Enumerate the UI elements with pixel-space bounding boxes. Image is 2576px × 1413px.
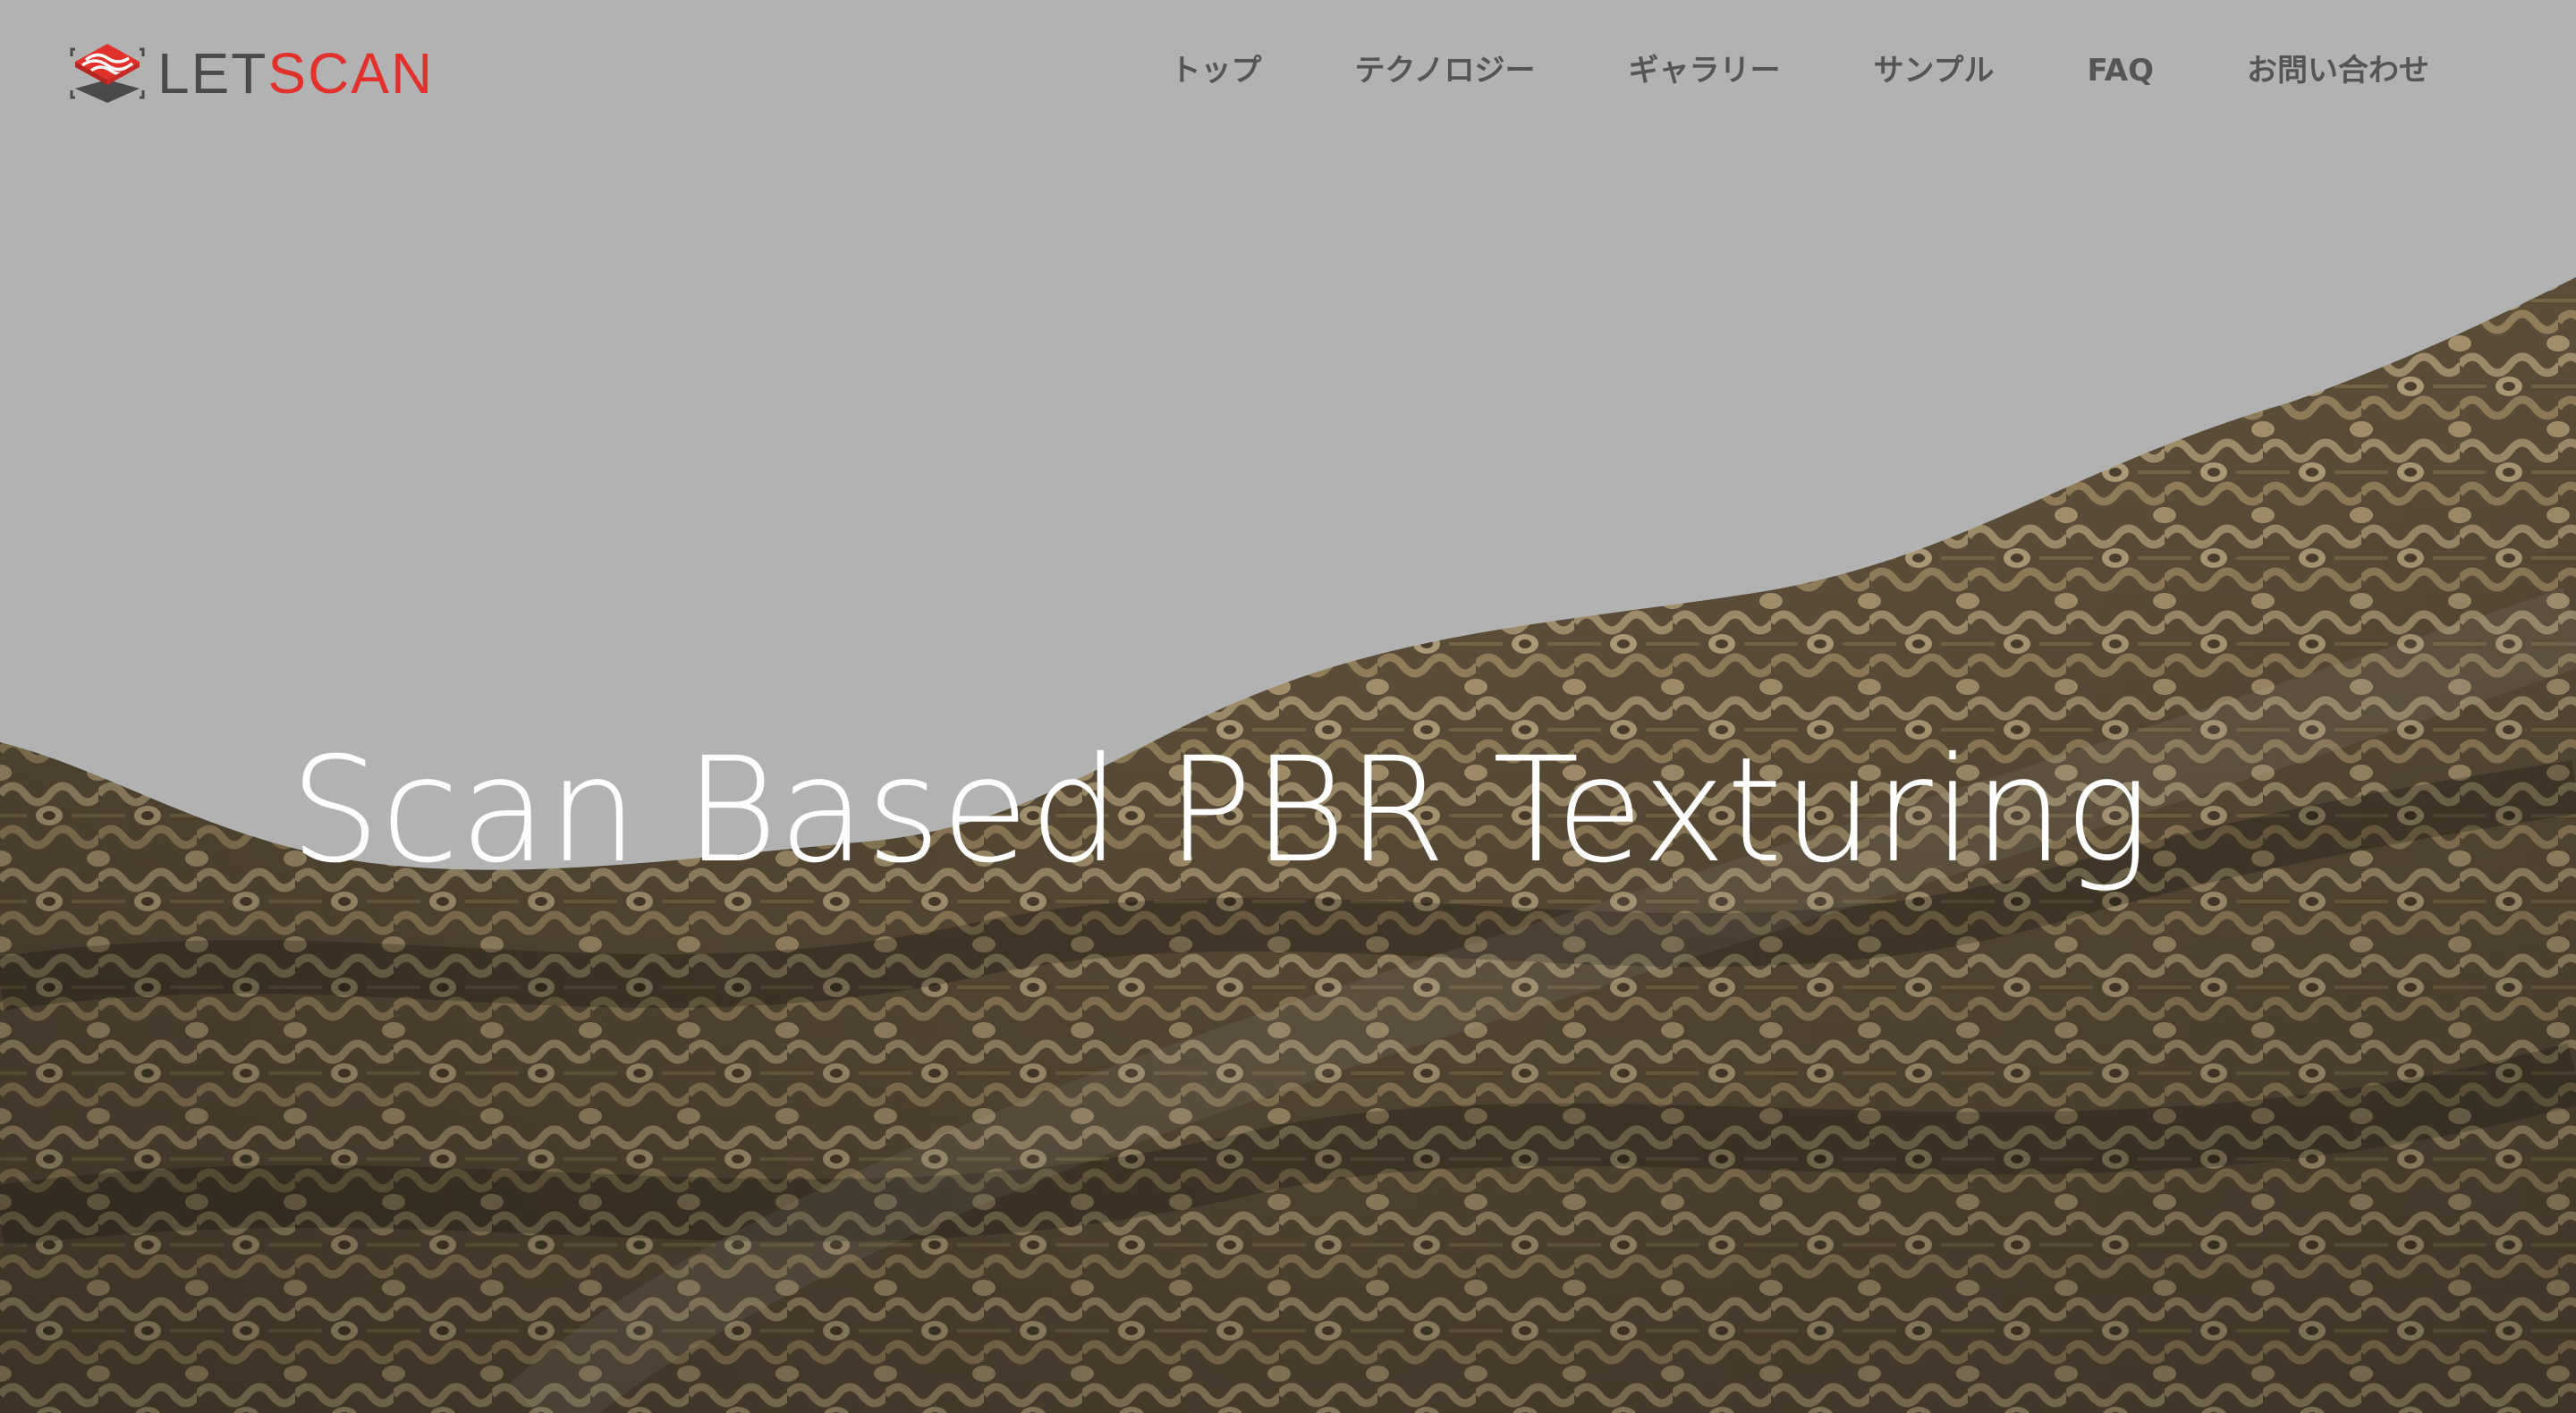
nav-item-faq[interactable]: FAQ [2087,50,2154,93]
site-logo[interactable]: LET SCAN [68,36,434,111]
logo-text-scan: SCAN [267,41,435,106]
nav-item-gallery[interactable]: ギャラリー [1628,50,1780,93]
hero-title: Scan Based PBR Texturing [0,732,2576,891]
logo-wordmark: LET SCAN [157,45,434,102]
logo-text-let: LET [157,41,268,106]
nav-item-samples[interactable]: サンプル [1873,50,1994,93]
main-nav: トップ テクノロジー ギャラリー サンプル FAQ お問い合わせ [1171,50,2430,93]
hero-title-text: Scan Based PBR Texturing [289,727,2151,895]
nav-item-technology[interactable]: テクノロジー [1355,50,1536,93]
nav-item-contact[interactable]: お問い合わせ [2247,50,2429,93]
site-header: LET SCAN トップ テクノロジー ギャラリー サンプル FAQ お問い合わせ [0,0,2576,157]
letscan-logo-icon [70,44,145,103]
page: LET SCAN トップ テクノロジー ギャラリー サンプル FAQ お問い合わせ… [0,0,2576,1413]
hero-fabric-image [0,0,2576,1413]
nav-item-top[interactable]: トップ [1171,50,1262,93]
